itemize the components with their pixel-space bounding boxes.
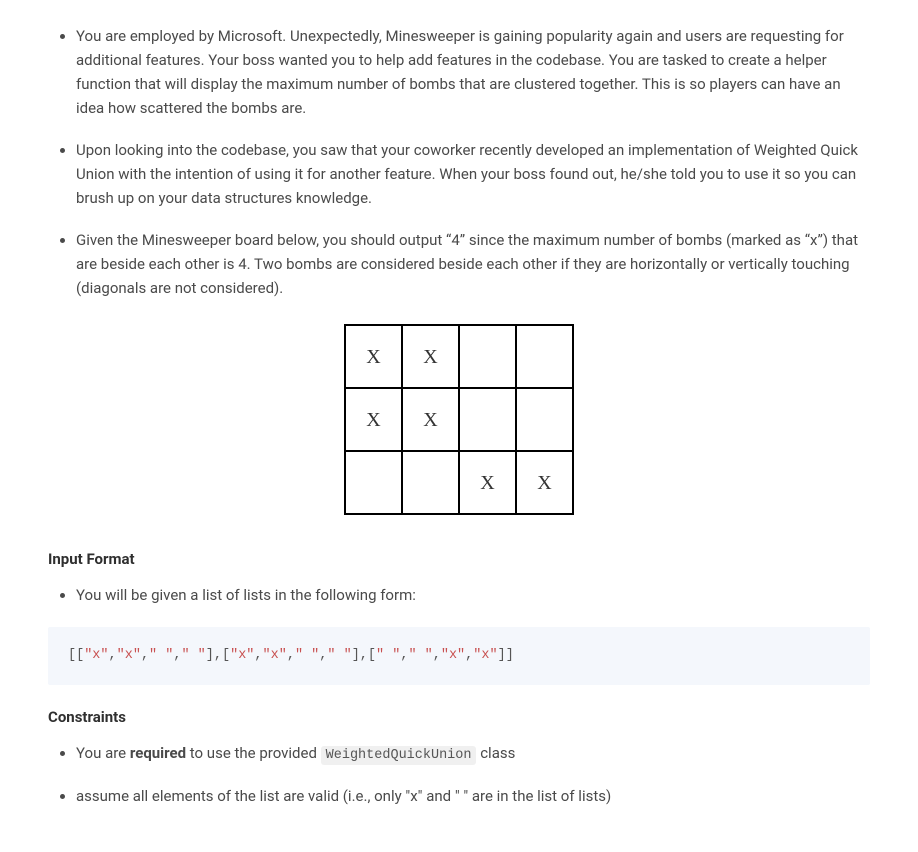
intro-bullet-3: Given the Minesweeper board below, you s… (76, 228, 870, 300)
code-token: " " (295, 648, 319, 663)
board-cell (345, 451, 402, 514)
input-format-bullet: You will be given a list of lists in the… (76, 583, 870, 607)
board-cell: X (345, 388, 402, 451)
constraints-item1-code: WeightedQuickUnion (321, 746, 477, 765)
code-token: " " (408, 648, 432, 663)
board-cell: X (402, 388, 459, 451)
code-token: " " (376, 648, 400, 663)
code-token: "x" (441, 648, 465, 663)
code-token: , (433, 648, 441, 663)
board-cell: X (402, 325, 459, 388)
code-token: "x" (230, 648, 254, 663)
code-token: " " (181, 648, 205, 663)
intro-bullets: You are employed by Microsoft. Unexpecte… (48, 24, 870, 300)
code-token: "x" (263, 648, 287, 663)
intro-bullet-2: Upon looking into the codebase, you saw … (76, 138, 870, 210)
code-token: ] (352, 648, 360, 663)
code-token: ]] (498, 648, 514, 663)
constraints-item1-bold: required (130, 744, 186, 762)
board-row: X X (345, 388, 573, 451)
board-cell: X (459, 451, 516, 514)
constraints-bullet-1: You are required to use the provided Wei… (76, 741, 870, 767)
code-token: [ (222, 648, 230, 663)
code-token: , (214, 648, 222, 663)
board-cell (516, 325, 573, 388)
code-token: [[ (68, 648, 84, 663)
board-row: X X (345, 325, 573, 388)
constraints-item1-mid: to use the provided (186, 744, 321, 762)
code-token: ] (206, 648, 214, 663)
board-row: X X (345, 451, 573, 514)
board-cell (402, 451, 459, 514)
code-token: , (360, 648, 368, 663)
board-cell: X (345, 325, 402, 388)
constraints-item1-post: class (476, 744, 515, 762)
board-cell (459, 325, 516, 388)
code-token: " " (149, 648, 173, 663)
intro-bullet-1: You are employed by Microsoft. Unexpecte… (76, 24, 870, 120)
input-format-heading: Input Format (48, 547, 870, 571)
input-format-bullets: You will be given a list of lists in the… (48, 583, 870, 607)
constraints-heading: Constraints (48, 705, 870, 729)
code-sample: [["x","x"," "," "],["x","x"," "," "],[" … (48, 627, 870, 685)
constraints-bullets: You are required to use the provided Wei… (48, 741, 870, 809)
minesweeper-board: X X X X X X (344, 324, 574, 515)
code-token: "x" (84, 648, 108, 663)
code-token: , (287, 648, 295, 663)
code-token: , (141, 648, 149, 663)
constraints-bullet-2: assume all elements of the list are vali… (76, 784, 870, 808)
code-token: , (109, 648, 117, 663)
board-cell (459, 388, 516, 451)
constraints-item1-pre: You are (76, 744, 130, 762)
code-token: " " (327, 648, 351, 663)
board-cell (516, 388, 573, 451)
code-token: , (254, 648, 262, 663)
code-token: "x" (117, 648, 141, 663)
code-token: [ (368, 648, 376, 663)
board-cell: X (516, 451, 573, 514)
code-token: "x" (473, 648, 497, 663)
minesweeper-board-wrapper: X X X X X X (48, 324, 870, 515)
